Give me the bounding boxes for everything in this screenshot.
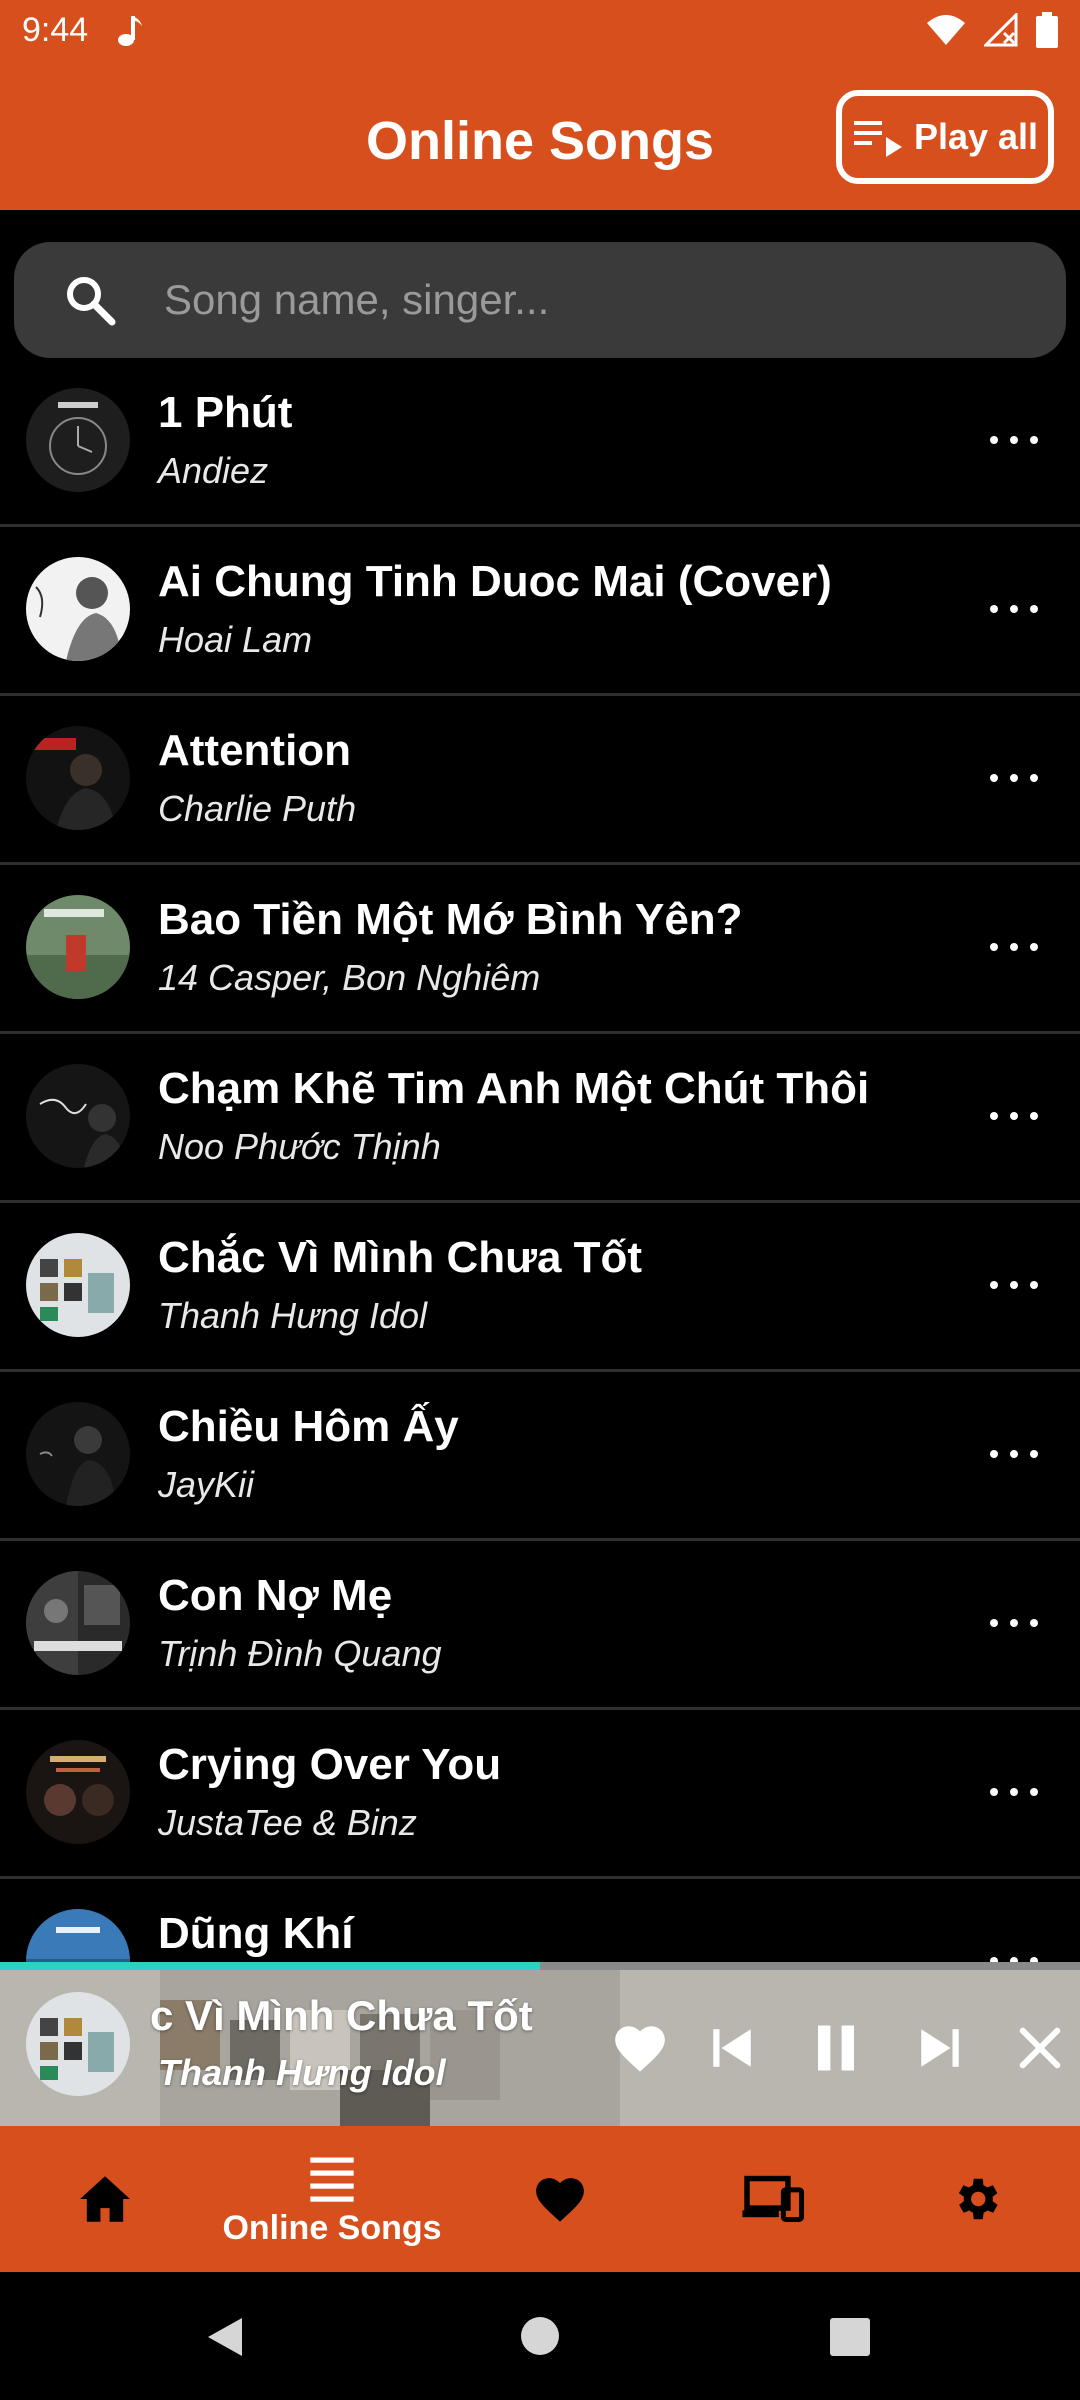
song-row[interactable]: Chắc Vì Mình Chưa Tốt Thanh Hưng Idol [0, 1203, 1080, 1372]
song-title: Ai Chung Tinh Duoc Mai (Cover) [158, 557, 832, 606]
close-icon [1019, 2027, 1061, 2069]
close-button[interactable] [1008, 2016, 1072, 2080]
song-title: 1 Phút [158, 388, 293, 437]
cell-signal-icon [984, 13, 1018, 47]
status-bar: 9:44 [0, 0, 1080, 60]
search-bar[interactable] [14, 242, 1066, 358]
home-circle-icon[interactable] [520, 2316, 560, 2356]
more-options-icon[interactable] [982, 589, 1046, 629]
song-artist: Noo Phước Thịnh [158, 1126, 441, 1167]
app-bar: Online Songs Play all [0, 60, 1080, 210]
song-artist: 14 Casper, Bon Nghiêm [158, 957, 541, 998]
more-options-icon[interactable] [982, 1096, 1046, 1136]
nav-home[interactable] [60, 2126, 150, 2272]
music-note-icon [118, 16, 143, 46]
song-artist: Charlie Puth [158, 788, 357, 829]
song-title: Crying Over You [158, 1740, 502, 1789]
pause-icon [818, 2025, 854, 2071]
system-navigation-bar [0, 2272, 1080, 2400]
song-artist: JustaTee & Binz [158, 1802, 417, 1843]
nav-settings[interactable] [946, 2126, 1006, 2272]
song-title: Chiều Hôm Ấy [158, 1402, 459, 1451]
now-playing-title: c Vì Mình Chưa Tốt [150, 1992, 533, 2039]
album-art [26, 557, 130, 661]
nav-online-songs[interactable]: Online Songs [212, 2126, 452, 2272]
gear-icon [958, 2178, 998, 2220]
favorite-button[interactable] [608, 2016, 672, 2080]
bottom-navigation: Online Songs [0, 2126, 1080, 2272]
more-options-icon[interactable] [982, 927, 1046, 967]
album-art [26, 1740, 130, 1844]
nav-online-songs-label: Online Songs [222, 2208, 442, 2247]
playlist-play-icon [853, 121, 902, 157]
album-art [26, 1233, 130, 1337]
skip-next-icon [921, 2029, 959, 2067]
song-row[interactable]: Attention Charlie Puth [0, 696, 1080, 865]
nav-favorites[interactable] [530, 2126, 590, 2272]
search-input[interactable] [164, 268, 1024, 332]
song-list[interactable]: 1 Phút Andiez Ai Chung Tinh Duoc Mai (Co… [0, 358, 1080, 1963]
more-options-icon[interactable] [982, 758, 1046, 798]
heart-icon [536, 2178, 584, 2222]
play-all-button[interactable]: Play all [836, 90, 1054, 184]
album-art [26, 726, 130, 830]
song-title: Con Nợ Mẹ [158, 1571, 393, 1620]
song-artist: Thanh Hưng Idol [158, 1295, 427, 1336]
status-time: 9:44 [22, 10, 89, 49]
skip-previous-icon [713, 2029, 751, 2067]
song-row[interactable]: Con Nợ Mẹ Trịnh Đình Quang [0, 1541, 1080, 1710]
wifi-icon [927, 15, 965, 45]
heart-icon [615, 2026, 665, 2072]
previous-button[interactable] [700, 2016, 764, 2080]
mini-player[interactable]: c Vì Mình Chưa Tốt Thanh Hưng Idol [0, 1970, 1080, 2126]
nav-devices[interactable] [732, 2126, 812, 2272]
song-artist: JayKii [158, 1464, 255, 1505]
album-art [26, 1571, 130, 1675]
more-options-icon[interactable] [982, 1265, 1046, 1305]
home-icon [80, 2176, 130, 2222]
back-icon[interactable] [204, 2316, 244, 2358]
playback-progress-bar[interactable] [0, 1962, 1080, 1970]
devices-icon [742, 2175, 805, 2222]
song-title: Chạm Khẽ Tim Anh Một Chút Thôi [158, 1064, 870, 1113]
next-button[interactable] [908, 2016, 972, 2080]
song-title: Dũng Khí [158, 1909, 354, 1958]
pause-button[interactable] [804, 2016, 868, 2080]
more-options-icon[interactable] [982, 1603, 1046, 1643]
recents-icon[interactable] [830, 2318, 870, 2356]
song-title: Chắc Vì Mình Chưa Tốt [158, 1233, 643, 1282]
list-icon [310, 2157, 354, 2202]
song-row[interactable]: Dũng Khí [0, 1879, 1080, 1963]
now-playing-artist: Thanh Hưng Idol [158, 2052, 446, 2093]
song-artist: Andiez [158, 450, 269, 491]
album-art [26, 895, 130, 999]
song-row[interactable]: Chiều Hôm Ấy JayKii [0, 1372, 1080, 1541]
song-row[interactable]: Ai Chung Tinh Duoc Mai (Cover) Hoai Lam [0, 527, 1080, 696]
album-art [26, 388, 130, 492]
more-options-icon[interactable] [982, 1772, 1046, 1812]
song-artist: Hoai Lam [158, 619, 313, 660]
battery-icon [1036, 12, 1058, 48]
more-options-icon[interactable] [982, 420, 1046, 460]
album-art [26, 1402, 130, 1506]
more-options-icon[interactable] [982, 1434, 1046, 1474]
song-row[interactable]: Chạm Khẽ Tim Anh Một Chút Thôi Noo Phước… [0, 1034, 1080, 1203]
play-all-label: Play all [913, 116, 1039, 157]
song-row[interactable]: 1 Phút Andiez [0, 358, 1080, 527]
song-title: Bao Tiền Một Mớ Bình Yên? [158, 895, 743, 944]
playback-progress-fill [0, 1962, 540, 1970]
album-art [26, 1909, 130, 1963]
song-row[interactable]: Crying Over You JustaTee & Binz [0, 1710, 1080, 1879]
now-playing-album-art [26, 1992, 130, 2096]
song-artist: Trịnh Đình Quang [158, 1633, 442, 1674]
song-title: Attention [158, 726, 352, 775]
more-options-icon[interactable] [982, 1941, 1046, 1963]
search-icon [67, 277, 116, 326]
album-art [26, 1064, 130, 1168]
song-row[interactable]: Bao Tiền Một Mớ Bình Yên? 14 Casper, Bon… [0, 865, 1080, 1034]
